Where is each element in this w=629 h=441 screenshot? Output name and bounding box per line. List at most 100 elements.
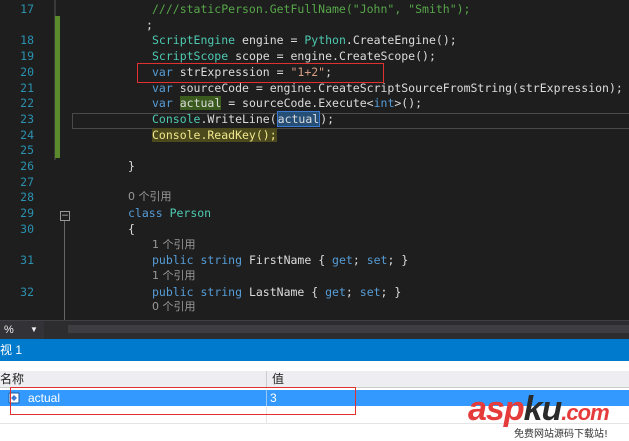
line-number: 26 (20, 159, 34, 173)
watermark-brand: aspku.com (468, 390, 610, 428)
line-number: 31 (20, 253, 34, 268)
code-text: { (128, 221, 135, 237)
code-token: FirstName { (242, 253, 333, 268)
code-token: ScriptScope (152, 49, 229, 64)
code-token: set (366, 253, 388, 268)
code-line[interactable]: 29 class Person (0, 205, 629, 221)
code-line[interactable]: 24 Console.ReadKey(); (0, 127, 629, 143)
code-text: ////staticPerson.GetFullName("John", "Sm… (152, 1, 471, 17)
code-text: Console.ReadKey(); (152, 127, 277, 143)
line-number: 22 (20, 96, 34, 111)
code-line[interactable]: 1 个引用 (0, 237, 629, 253)
code-token: scope = engine.CreateScope(); (228, 49, 436, 64)
variable-token: actual (179, 96, 222, 111)
code-line[interactable]: 27 (0, 174, 629, 190)
reference-count-lens[interactable]: 0 个引用 (152, 299, 196, 315)
highlight-box-watch (10, 387, 356, 415)
code-token: ////staticPerson.GetFullName("John", "Sm… (152, 2, 471, 16)
watermark-logo: aspku.com 免费网站源码下载站! (468, 390, 628, 440)
code-line[interactable]: ; (0, 17, 629, 33)
code-token: ; (352, 253, 367, 268)
code-token: public (152, 284, 194, 299)
code-text: var actual = sourceCode.Execute<int>(); (152, 95, 422, 111)
code-line[interactable]: 0 个引用 (0, 299, 629, 315)
zoom-value: % (4, 324, 14, 336)
line-number: 21 (20, 80, 34, 95)
code-text: class Person (128, 205, 211, 221)
column-divider[interactable] (266, 371, 267, 387)
code-token: Person (169, 206, 212, 221)
code-editor[interactable]: − 17////staticPerson.GetFullName("John",… (0, 0, 629, 320)
code-token: string (200, 284, 243, 299)
code-line[interactable]: 26} (0, 158, 629, 174)
line-number: 27 (20, 174, 34, 189)
chevron-down-icon: ▼ (30, 325, 38, 334)
line-number: 23 (20, 111, 34, 126)
code-token: Console.ReadKey(); (152, 127, 277, 142)
line-number: 30 (20, 221, 34, 236)
highlight-box-expression (137, 63, 384, 83)
line-number: 20 (20, 64, 34, 79)
watch-table-header: 名称 值 (0, 371, 629, 388)
code-line[interactable]: 1 个引用 (0, 268, 629, 284)
code-line[interactable]: 18 ScriptEngine engine = Python.CreateEng… (0, 32, 629, 48)
code-token: ); (320, 111, 335, 126)
code-text: ScriptScope scope = engine.CreateScope()… (152, 48, 436, 64)
code-token: } (128, 159, 135, 173)
code-line[interactable]: 22 var actual = sourceCode.Execute<int>()… (0, 95, 629, 111)
code-token: >(); (394, 96, 423, 111)
reference-count-lens[interactable]: 1 个引用 (152, 237, 196, 253)
watch-window-title: 视 1 (0, 343, 23, 357)
line-number: 28 (20, 190, 34, 205)
code-token: class (128, 206, 163, 221)
code-line[interactable]: 19 ScriptScope scope = engine.CreateScope… (0, 48, 629, 64)
code-token: ; } (387, 253, 409, 268)
code-token: set (359, 284, 381, 299)
code-token: ; (345, 284, 360, 299)
code-token: ; } (380, 284, 402, 299)
horizontal-scrollbar[interactable] (68, 325, 629, 333)
line-number: 25 (20, 143, 34, 158)
code-line[interactable]: 30 { (0, 221, 629, 237)
code-token: LastName { (242, 284, 326, 299)
line-number: 29 (20, 206, 34, 221)
reference-count-lens[interactable]: 1 个引用 (152, 268, 196, 284)
line-number: 24 (20, 127, 34, 142)
code-line[interactable]: 17 ////staticPerson.GetFullName("John", "… (0, 1, 629, 17)
code-line[interactable]: 31 public string FirstName { get; set; } (0, 252, 629, 268)
code-token: Console (152, 111, 201, 126)
line-number: 32 (20, 284, 34, 299)
code-text: } (128, 158, 135, 174)
reference-count-lens[interactable]: 0 个引用 (128, 189, 172, 205)
code-token: int (373, 96, 395, 111)
code-token: .WriteLine( (200, 111, 277, 126)
zoom-dropdown[interactable]: % ▼ (0, 321, 44, 339)
code-line[interactable]: 23 Console.WriteLine(actual); (0, 110, 629, 127)
watermark-tagline: 免费网站源码下载站! (514, 429, 609, 440)
variable-token: actual (276, 110, 321, 127)
code-token: public (152, 253, 194, 268)
code-text: public string LastName { get; set; } (152, 284, 401, 300)
column-header-name[interactable]: 名称 (0, 371, 24, 387)
code-line[interactable]: 25 (0, 142, 629, 158)
code-token: { (128, 221, 135, 236)
code-text: Console.WriteLine(actual); (152, 110, 335, 127)
code-token: engine = (235, 33, 305, 48)
code-text: ScriptEngine engine = Python.CreateEngin… (152, 32, 457, 48)
code-text: public string FirstName { get; set; } (152, 252, 408, 268)
code-token: ScriptEngine (152, 33, 236, 48)
code-token: = sourceCode.Execute< (221, 96, 374, 111)
code-token: get (325, 284, 346, 299)
column-header-value[interactable]: 值 (272, 371, 284, 387)
code-text: ; (146, 17, 153, 33)
code-token: string (200, 253, 243, 268)
code-token: .CreateEngine(); (345, 33, 457, 48)
code-token: var (152, 96, 173, 111)
code-token: Python (304, 33, 346, 48)
code-token: get (332, 253, 353, 268)
code-token: ; (146, 17, 153, 32)
code-line[interactable]: 32 public string LastName { get; set; } (0, 284, 629, 300)
code-line[interactable]: 28 0 个引用 (0, 189, 629, 205)
watch-window-title-bar[interactable]: 视 1 (0, 339, 629, 361)
